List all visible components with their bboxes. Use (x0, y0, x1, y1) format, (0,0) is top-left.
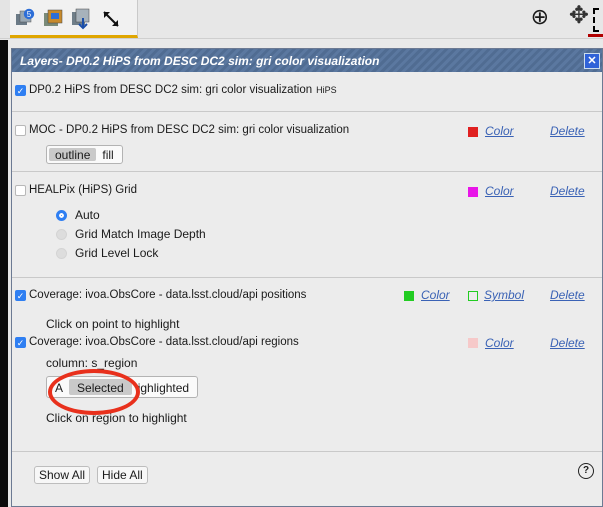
coverage-positions-color-swatch (404, 291, 414, 301)
grid-option-match-depth[interactable]: Grid Match Image Depth (56, 227, 206, 241)
hide-all-button[interactable]: Hide All (97, 466, 148, 484)
image-viewer-edge (0, 40, 8, 507)
moc-color-swatch (468, 127, 478, 137)
coverage-positions-delete-link[interactable]: Delete (550, 288, 585, 302)
regions-column-label: column: s_region (46, 356, 138, 370)
pan-icon[interactable]: ✥ (569, 4, 589, 28)
coverage-positions-checkbox[interactable]: ✓ (15, 290, 26, 301)
layer-coverage-group: ✓ Coverage: ivoa.ObsCore - data.lsst.clo… (12, 278, 602, 452)
regions-highlighted-option[interactable]: ighlighted (132, 379, 195, 395)
layers-toolbar-tab[interactable]: 5 (10, 0, 138, 38)
moc-label: MOC - DP0.2 HiPS from DESC DC2 sim: gri … (29, 124, 350, 136)
moc-fill-option[interactable]: fill (96, 148, 119, 162)
layer-healpix: HEALPix (HiPS) Grid Color Delete Auto Gr… (12, 172, 602, 278)
healpix-color-swatch (468, 187, 478, 197)
healpix-checkbox[interactable] (15, 185, 26, 196)
save-image-icon[interactable] (70, 8, 92, 30)
moc-delete-link[interactable]: Delete (550, 124, 585, 138)
show-all-button[interactable]: Show All (34, 466, 91, 484)
coverage-regions-color-link[interactable]: Color (485, 336, 514, 350)
coverage-regions-color-swatch (468, 338, 478, 348)
zoom-icon[interactable]: ⊕ (531, 6, 549, 28)
radio-match-depth[interactable] (56, 228, 67, 240)
select-area-icon[interactable] (593, 8, 603, 32)
healpix-delete-link[interactable]: Delete (550, 184, 585, 198)
healpix-label: HEALPix (HiPS) Grid (29, 184, 137, 196)
coverage-positions-label: Coverage: ivoa.ObsCore - data.lsst.cloud… (29, 289, 307, 301)
expand-icon[interactable] (100, 8, 122, 30)
layer-moc: MOC - DP0.2 HiPS from DESC DC2 sim: gri … (12, 112, 602, 172)
radio-auto[interactable] (56, 209, 67, 221)
active-tool-indicator (588, 34, 603, 37)
background-toolbar: 5 ⊕ ✥ (0, 0, 603, 39)
coverage-regions-delete-link[interactable]: Delete (550, 336, 585, 350)
hips-label: DP0.2 HiPS from DESC DC2 sim: gri color … (29, 84, 313, 96)
coverage-regions-checkbox[interactable]: ✓ (15, 337, 26, 348)
moc-style-toggle: outline fill (46, 145, 123, 164)
layers-icon[interactable]: 5 (14, 8, 36, 30)
moc-checkbox[interactable] (15, 125, 26, 136)
regions-selected-option[interactable]: Selected (69, 379, 132, 395)
positions-hint: Click on point to highlight (46, 317, 180, 331)
dialog-titlebar[interactable]: Layers- DP0.2 HiPS from DESC DC2 sim: gr… (12, 49, 602, 72)
moc-outline-option[interactable]: outline (49, 148, 97, 162)
coverage-positions-symbol-link[interactable]: Symbol (484, 288, 524, 302)
regions-display-toggle: A Selected ighlighted (46, 376, 199, 398)
layer-hips: ✓ DP0.2 HiPS from DESC DC2 sim: gri colo… (12, 72, 602, 112)
layers-dialog: Layers- DP0.2 HiPS from DESC DC2 sim: gr… (11, 48, 603, 507)
svg-text:5: 5 (27, 10, 32, 19)
grid-option-level-lock[interactable]: Grid Level Lock (56, 246, 158, 260)
dialog-footer: Show All Hide All ? (12, 452, 602, 492)
dialog-title: Layers- DP0.2 HiPS from DESC DC2 sim: gr… (20, 53, 380, 68)
grid-option-auto[interactable]: Auto (56, 208, 100, 222)
coverage-positions-color-link[interactable]: Color (421, 288, 450, 302)
coverage-regions-label: Coverage: ivoa.ObsCore - data.lsst.cloud… (29, 336, 299, 348)
close-icon[interactable]: ✕ (584, 52, 600, 69)
hips-badge: HiPS (316, 85, 337, 95)
moc-color-link[interactable]: Color (485, 124, 514, 138)
help-icon[interactable]: ? (578, 463, 594, 479)
radio-level-lock[interactable] (56, 247, 67, 259)
image-layers-icon[interactable] (42, 8, 64, 30)
healpix-color-link[interactable]: Color (485, 184, 514, 198)
hips-checkbox[interactable]: ✓ (15, 85, 26, 96)
regions-all-option[interactable]: A (49, 379, 69, 395)
regions-hint: Click on region to highlight (46, 411, 187, 425)
symbol-square-icon (468, 291, 478, 301)
